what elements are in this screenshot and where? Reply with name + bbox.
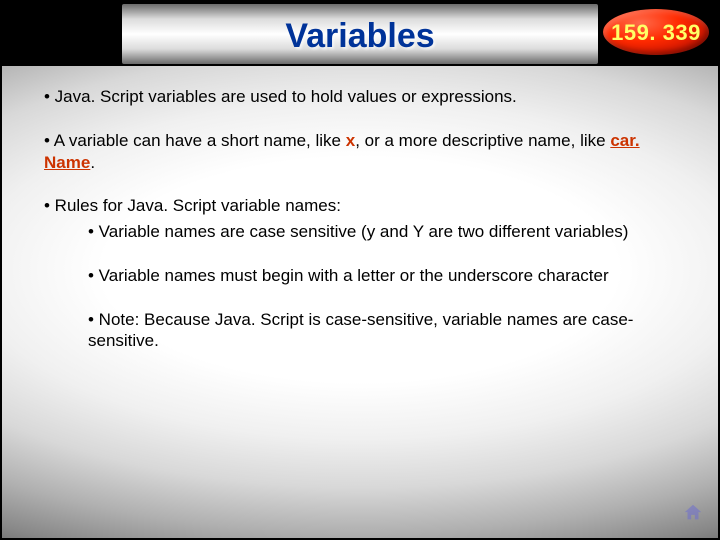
highlight-x: x — [346, 131, 355, 150]
text: • Java. Script variables are used to hol… — [44, 87, 517, 106]
bullet-intro: • Java. Script variables are used to hol… — [44, 86, 658, 108]
text: , or a more descriptive name, like — [355, 131, 610, 150]
title-band: Variables 159. 339 — [2, 2, 718, 66]
sub-bullet-case-sensitive: • Variable names are case sensitive (y a… — [88, 221, 658, 243]
text: • Variable names are case sensitive (y a… — [88, 222, 628, 241]
text: • Rules for Java. Script variable names: — [44, 196, 341, 215]
slide-content: • Java. Script variables are used to hol… — [44, 86, 658, 374]
text: • Note: Because Java. Script is case-sen… — [88, 310, 633, 351]
text: . — [90, 153, 95, 172]
bullet-naming: • A variable can have a short name, like… — [44, 130, 658, 174]
slide-number-badge: 159. 339 — [600, 6, 712, 58]
sub-bullet-letter-underscore: • Variable names must begin with a lette… — [88, 265, 658, 287]
bullet-rules-header: • Rules for Java. Script variable names: — [44, 195, 658, 217]
text: • Variable names must begin with a lette… — [88, 266, 609, 285]
sub-bullet-note: • Note: Because Java. Script is case-sen… — [88, 309, 658, 353]
slide-title: Variables — [122, 4, 598, 64]
text: • A variable can have a short name, like — [44, 131, 346, 150]
slide: Variables 159. 339 • Java. Script variab… — [0, 0, 720, 540]
home-icon[interactable] — [682, 502, 704, 524]
